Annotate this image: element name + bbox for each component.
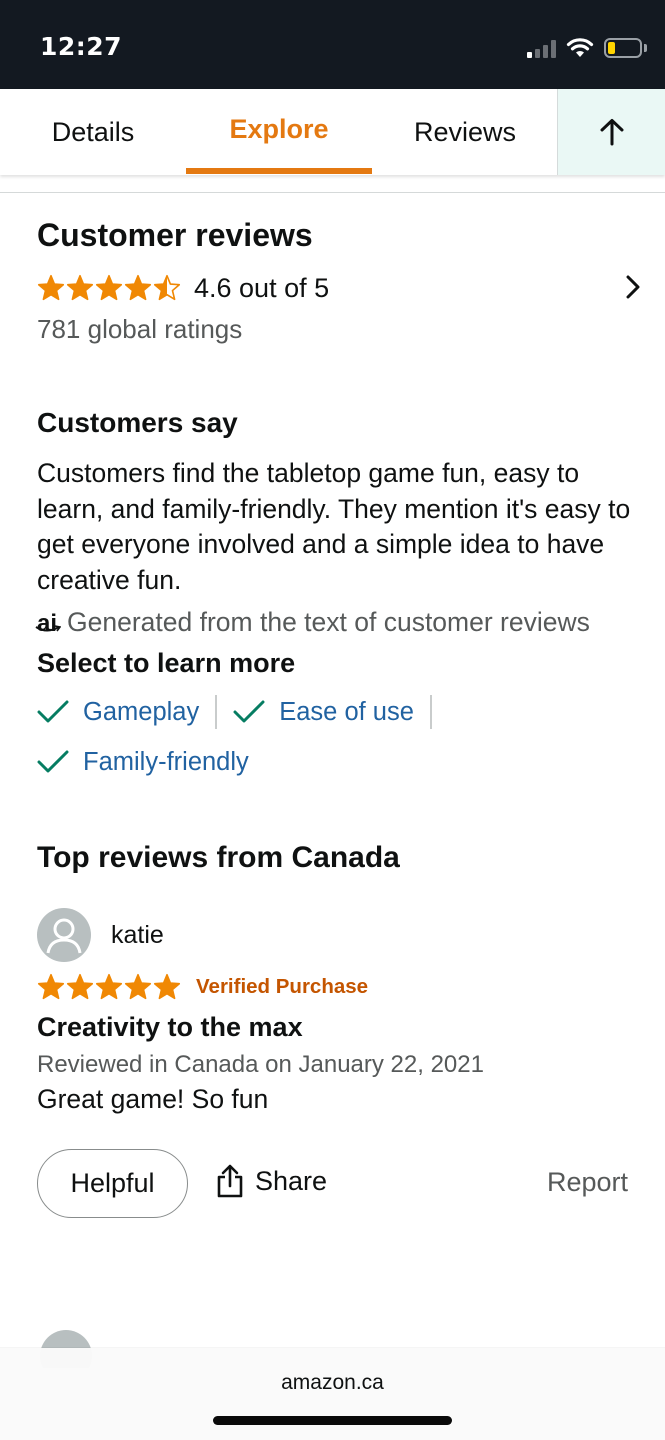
verified-purchase-badge: Verified Purchase [196,975,369,998]
chevron-right-icon [626,275,640,299]
star-full-icon [124,973,152,1000]
tab-details[interactable]: Details [0,89,186,175]
reviewer-name: katie [111,920,164,949]
review-card: katie Verified Purchase Creativity to th… [37,905,637,1219]
review-title: Creativity to the max [37,1012,303,1042]
checkmark-icon [37,750,69,773]
aspect-chip-family-friendly[interactable]: Family-friendly [37,737,637,787]
ai-logo-icon: ai [35,605,61,642]
star-full-icon [124,274,152,301]
checkmark-icon [37,700,69,723]
ai-note-text: Generated from the text of customer revi… [67,607,590,637]
arrow-up-icon [600,119,623,146]
review-star-rating [37,973,182,1001]
aspect-chip-gameplay[interactable]: Gameplay [37,687,199,737]
cellular-signal-icon [527,40,557,58]
battery-icon [604,38,642,58]
browser-bottom-bar: amazon.ca [0,1348,665,1440]
section-tabs: Details Explore Reviews [0,89,665,175]
share-icon [217,1164,243,1198]
chip-separator [215,695,218,729]
star-full-icon [66,274,94,301]
aspect-chips: Gameplay Ease of use Family-friendly [37,687,637,787]
reviews-section: Customer reviews 4.6 out of 5 781 global… [35,193,640,1219]
status-bar: 12:27 [0,0,665,89]
avatar [37,908,91,962]
top-reviews-heading: Top reviews from Canada [37,841,400,874]
star-full-icon [66,973,94,1000]
report-link[interactable]: Report [547,1167,628,1198]
rating-text: 4.6 out of 5 [194,272,330,303]
star-full-icon [95,973,123,1000]
active-tab-indicator [186,168,372,174]
status-time: 12:27 [40,32,123,61]
star-full-icon [37,973,65,1000]
ai-review-summary: Customers find the tabletop game fun, ea… [37,458,631,595]
chip-separator [429,695,432,729]
wifi-icon [566,38,594,57]
home-indicator[interactable] [213,1416,452,1425]
user-icon [46,918,82,954]
rating-summary-row[interactable]: 4.6 out of 5 [37,266,640,310]
reviewer-row: katie [37,905,637,965]
review-stars-row: Verified Purchase [37,970,637,1004]
ai-generated-note: ai Generated from the text of customer re… [35,604,637,642]
tab-explore[interactable]: Explore [186,89,372,175]
customers-say-heading: Customers say [37,407,238,438]
aspect-chip-ease-of-use[interactable]: Ease of use [233,687,414,737]
star-full-icon [153,973,181,1000]
tab-reviews[interactable]: Reviews [372,89,558,175]
customer-reviews-heading: Customer reviews [37,217,313,253]
helpful-button[interactable]: Helpful [37,1149,188,1218]
review-date: Reviewed in Canada on January 22, 2021 [37,1051,484,1078]
battery-nub [644,44,647,52]
review-actions: Helpful Share Report [37,1149,637,1219]
url-domain[interactable]: amazon.ca [0,1371,665,1395]
select-to-learn-more-heading: Select to learn more [37,648,296,678]
star-half-icon [153,274,181,301]
star-rating [37,274,182,302]
review-body: Great game! So fun [37,1084,269,1114]
global-ratings-count: 781 global ratings [37,314,243,344]
star-full-icon [95,274,123,301]
share-button[interactable]: Share [215,1163,327,1199]
star-full-icon [37,274,65,301]
scroll-to-top-button[interactable] [557,89,665,175]
checkmark-icon [233,700,265,723]
share-label: Share [255,1165,328,1196]
